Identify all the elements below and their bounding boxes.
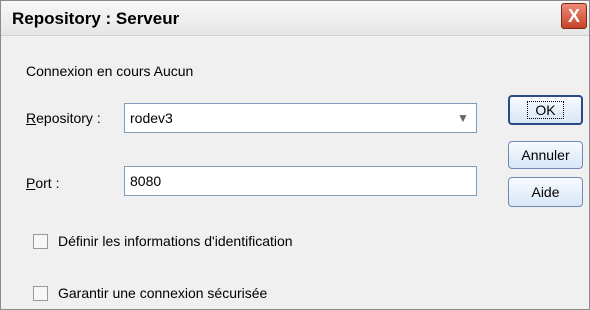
- credentials-option[interactable]: Définir les informations d'identificatio…: [33, 233, 293, 249]
- credentials-label: Définir les informations d'identificatio…: [58, 233, 293, 249]
- close-button[interactable]: X: [561, 3, 587, 29]
- secure-connection-label: Garantir une connexion sécurisée: [58, 285, 268, 301]
- cancel-label: Annuler: [521, 147, 570, 163]
- dialog-window: Repository : Serveur X Connexion en cour…: [0, 0, 590, 310]
- title-bar: Repository : Serveur X: [1, 1, 589, 36]
- help-button[interactable]: Aide: [508, 177, 583, 207]
- help-label: Aide: [531, 184, 560, 200]
- close-icon: X: [567, 5, 580, 26]
- ok-label: OK: [527, 101, 564, 119]
- secure-connection-option[interactable]: Garantir une connexion sécurisée: [33, 285, 267, 301]
- repository-label-mnemonic: R: [26, 110, 37, 126]
- window-title: Repository : Serveur: [12, 9, 180, 28]
- connection-status: Connexion en cours Aucun: [26, 63, 194, 79]
- repository-value: rodev3: [130, 110, 173, 126]
- ok-button[interactable]: OK: [508, 95, 583, 125]
- secure-connection-checkbox[interactable]: [33, 285, 48, 301]
- chevron-down-icon[interactable]: ▼: [451, 105, 475, 131]
- cancel-button[interactable]: Annuler: [508, 141, 583, 169]
- port-label: Port :: [26, 175, 59, 191]
- repository-label-text: epository :: [36, 110, 101, 126]
- port-label-text: ort :: [35, 175, 60, 191]
- repository-select[interactable]: rodev3 ▼: [124, 103, 477, 133]
- credentials-checkbox[interactable]: [33, 233, 48, 249]
- port-input[interactable]: 8080: [124, 166, 477, 196]
- repository-label: Repository :: [26, 110, 101, 126]
- port-value: 8080: [130, 173, 162, 189]
- port-label-mnemonic: P: [26, 175, 36, 191]
